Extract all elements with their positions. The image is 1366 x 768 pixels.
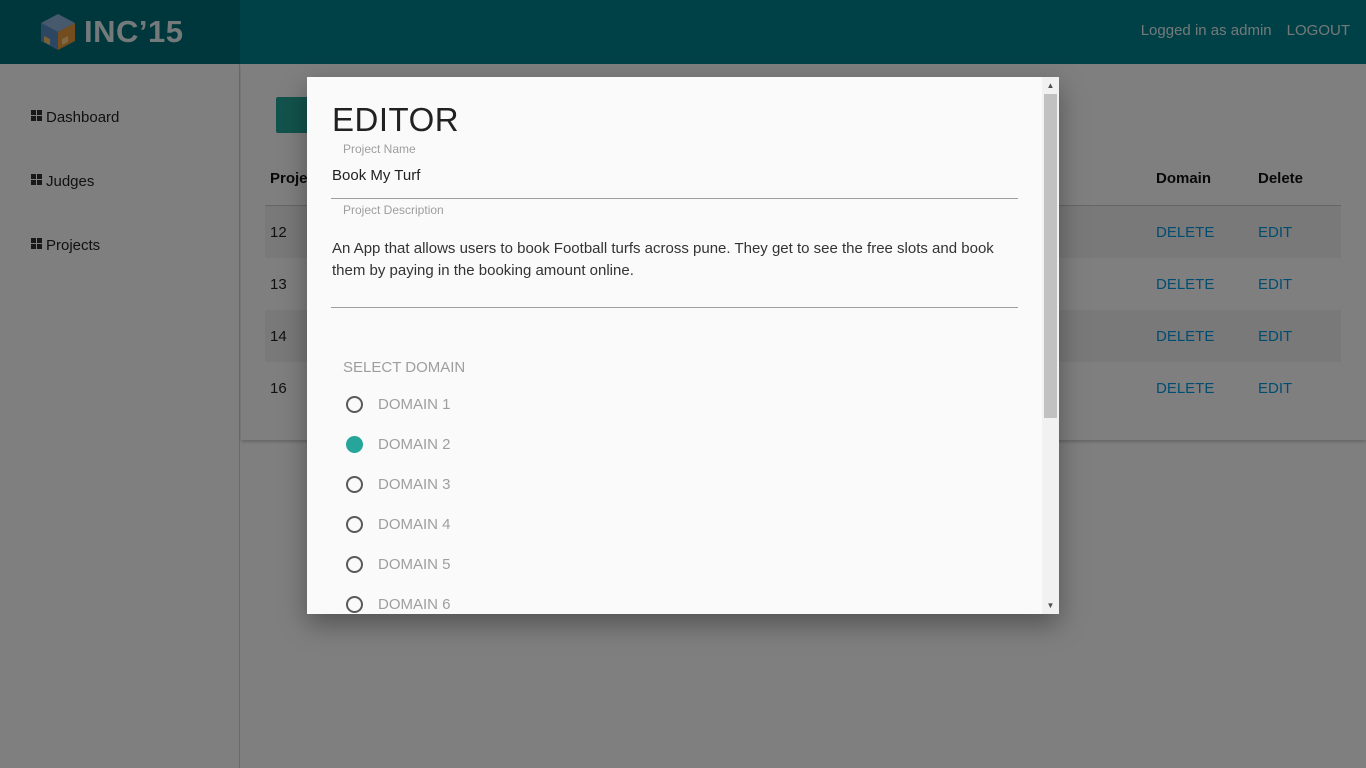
- editor-modal: EDITOR Project Name Book My Turf Project…: [307, 77, 1059, 614]
- domain-radio-label: DOMAIN 4: [378, 516, 451, 533]
- radio-unchecked-icon: [346, 556, 363, 573]
- domain-radio-4[interactable]: DOMAIN 4: [346, 516, 451, 533]
- project-description-textarea[interactable]: An App that allows users to book Footbal…: [332, 238, 1012, 282]
- domain-radio-3[interactable]: DOMAIN 3: [346, 476, 451, 493]
- domain-radio-1[interactable]: DOMAIN 1: [346, 396, 451, 413]
- project-name-label: Project Name: [343, 142, 416, 156]
- domain-radio-label: DOMAIN 6: [378, 596, 451, 613]
- domain-radio-2[interactable]: DOMAIN 2: [346, 436, 451, 453]
- radio-unchecked-icon: [346, 596, 363, 613]
- modal-title: EDITOR: [332, 101, 460, 138]
- scroll-up-icon[interactable]: ▲: [1042, 77, 1059, 94]
- domain-radio-label: DOMAIN 2: [378, 436, 451, 453]
- project-name-underline: [331, 198, 1018, 199]
- select-domain-label: SELECT DOMAIN: [343, 359, 466, 376]
- modal-scrollbar-thumb[interactable]: [1044, 94, 1057, 418]
- radio-unchecked-icon: [346, 516, 363, 533]
- radio-unchecked-icon: [346, 476, 363, 493]
- radio-checked-icon: [346, 436, 363, 453]
- project-description-underline: [331, 307, 1018, 308]
- domain-radio-label: DOMAIN 3: [378, 476, 451, 493]
- domain-radio-5[interactable]: DOMAIN 5: [346, 556, 451, 573]
- scroll-down-icon[interactable]: ▼: [1042, 597, 1059, 614]
- project-name-input[interactable]: Book My Turf: [332, 167, 420, 184]
- radio-unchecked-icon: [346, 396, 363, 413]
- project-description-label: Project Description: [343, 203, 444, 217]
- domain-radio-label: DOMAIN 5: [378, 556, 451, 573]
- domain-radio-label: DOMAIN 1: [378, 396, 451, 413]
- domain-radio-6[interactable]: DOMAIN 6: [346, 596, 451, 613]
